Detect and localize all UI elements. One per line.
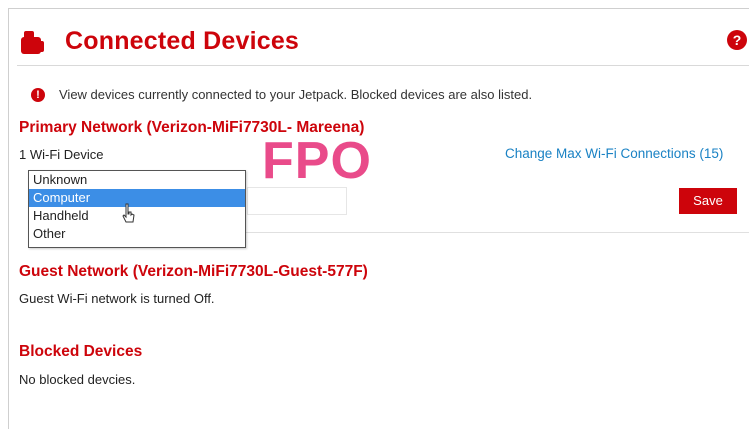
guest-network-title: Guest Network (Verizon-MiFi7730L-Guest-5…	[19, 263, 368, 280]
dropdown-option-handheld[interactable]: Handheld	[29, 207, 245, 225]
guest-network-status: Guest Wi-Fi network is turned Off.	[19, 291, 215, 306]
pointer-cursor-icon	[122, 203, 135, 223]
info-icon: !	[31, 88, 45, 102]
save-button[interactable]: Save	[679, 188, 737, 214]
help-icon[interactable]: ?	[727, 30, 747, 50]
blocked-devices-status: No blocked devcies.	[19, 372, 136, 387]
change-max-connections-link[interactable]: Change Max Wi-Fi Connections (15)	[505, 146, 723, 161]
info-message: View devices currently connected to your…	[59, 87, 533, 102]
dropdown-option-other[interactable]: Other	[29, 225, 245, 243]
header-divider	[17, 65, 749, 66]
dropdown-option-unknown[interactable]: Unknown	[29, 171, 245, 189]
blocked-devices-title: Blocked Devices	[19, 343, 143, 360]
device-count: 1 Wi-Fi Device	[19, 147, 104, 162]
device-name-input[interactable]	[247, 187, 347, 215]
page-header: Connected Devices ?	[0, 0, 749, 67]
page-title: Connected Devices	[65, 27, 300, 55]
fpo-watermark: FPO	[262, 132, 372, 190]
primary-network-divider	[243, 232, 749, 233]
dropdown-option-computer[interactable]: Computer	[29, 189, 245, 207]
devices-icon	[21, 31, 44, 54]
device-type-dropdown[interactable]: Unknown Computer Handheld Other	[28, 170, 246, 248]
